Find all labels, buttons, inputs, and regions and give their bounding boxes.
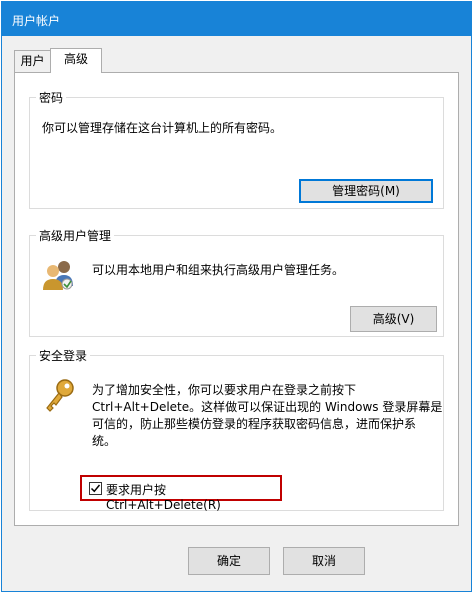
users-icon <box>41 258 77 292</box>
checkmark-icon <box>90 484 101 493</box>
require-ctrl-alt-delete-checkbox[interactable] <box>89 482 102 495</box>
secure-description-line-4: 统。 <box>92 434 117 448</box>
window-title: 用户帐户 <box>12 14 61 28</box>
password-group: 密码 你可以管理存储在这台计算机上的所有密码。 管理密码(M) <box>29 89 444 209</box>
tab-advanced[interactable]: 高级 <box>50 48 102 73</box>
password-description: 你可以管理存储在这台计算机上的所有密码。 <box>42 121 283 135</box>
cancel-button[interactable]: 取消 <box>283 547 365 575</box>
password-group-title: 密码 <box>36 89 67 106</box>
secure-group-title: 安全登录 <box>36 347 91 364</box>
secure-description-line-2: Ctrl+Alt+Delete。这样做可以保证出现的 Windows 登录屏幕是 <box>92 400 443 414</box>
advanced-user-management-group: 高级用户管理 可以用本地用户和组来执行高级用户管理任务。 高级(V) <box>29 227 444 337</box>
advanced-group-title: 高级用户管理 <box>36 227 115 244</box>
advanced-description: 可以用本地用户和组来执行高级用户管理任务。 <box>92 263 345 277</box>
manage-passwords-button[interactable]: 管理密码(M) <box>299 179 433 203</box>
title-bar[interactable]: 用户帐户 <box>2 2 471 36</box>
tab-users[interactable]: 用户 <box>14 50 51 72</box>
advanced-tab-panel: 密码 你可以管理存储在这台计算机上的所有密码。 管理密码(M) 高级用户管理 可… <box>14 72 459 526</box>
require-ctrl-alt-delete-highlight: 要求用户按 Ctrl+Alt+Delete(R) <box>80 475 282 512</box>
ok-button[interactable]: 确定 <box>188 547 270 575</box>
require-ctrl-alt-delete-label[interactable]: 要求用户按 Ctrl+Alt+Delete(R) <box>106 481 280 512</box>
secure-description-line-1: 为了增加安全性，你可以要求用户在登录之前按下 <box>92 383 357 397</box>
key-icon <box>43 378 77 414</box>
secure-description-line-3: 可信的，防止那些模仿登录的程序获取密码信息，进而保护系 <box>92 417 417 431</box>
advanced-button[interactable]: 高级(V) <box>350 306 437 332</box>
